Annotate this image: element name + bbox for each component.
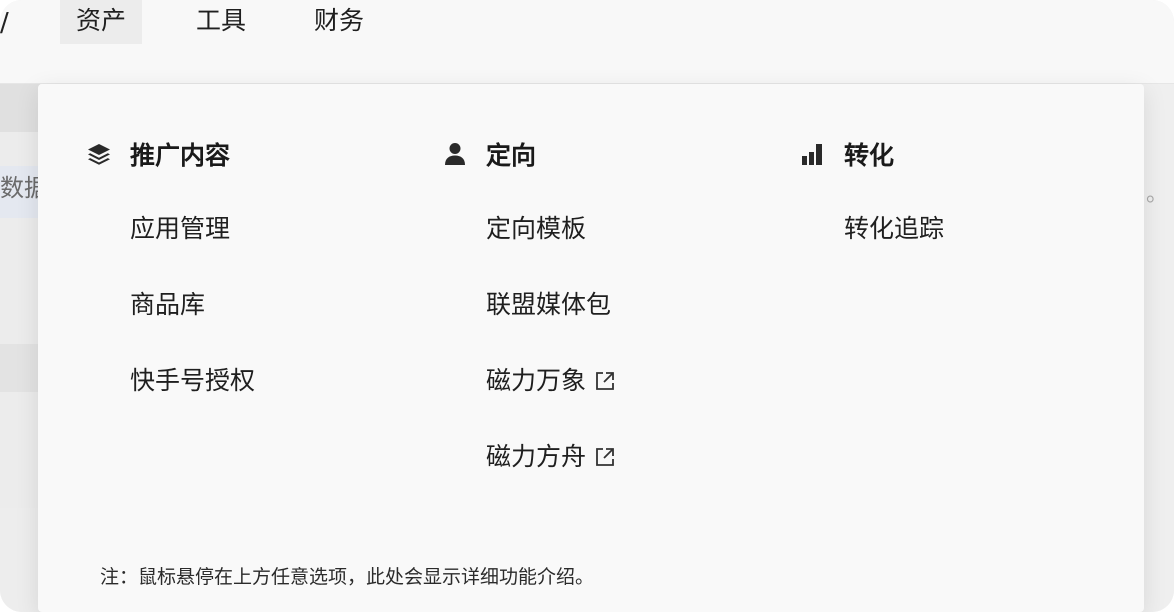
hover-hint-note: 注：鼠标悬停在上方任意选项，此处会显示详细功能介绍。 (100, 566, 595, 588)
menu-column-title: 定向 (486, 141, 537, 170)
menu-column-header: 转化 (800, 134, 944, 174)
layers-icon (86, 141, 112, 167)
menu-column-targeting: 定向 定向模板 联盟媒体包 磁力万象 磁力方舟 (442, 134, 616, 476)
background-table-header (0, 344, 40, 392)
menu-item-label: 磁力方舟 (486, 442, 587, 471)
assets-dropdown-menu: 推广内容 应用管理 商品库 快手号授权 定向 定向模板 联盟媒体包 磁力万象 磁… (38, 84, 1144, 612)
menu-item-app-management[interactable]: 应用管理 (130, 210, 255, 248)
menu-item-product-library[interactable]: 商品库 (130, 286, 255, 324)
menu-column-title: 转化 (844, 141, 895, 170)
menu-item-cili-fangzhou[interactable]: 磁力方舟 (486, 438, 616, 476)
bar-chart-icon (800, 141, 826, 167)
background-table-row (0, 508, 40, 612)
menu-item-label: 定向模板 (486, 214, 587, 243)
app-window: / 资产 工具 财务 数据 。 推广内容 应用管理 商品库 快手号授权 定向 定… (0, 0, 1174, 612)
menu-column-title: 推广内容 (130, 141, 231, 170)
background-header-band (0, 84, 40, 132)
menu-item-alliance-media-package[interactable]: 联盟媒体包 (486, 286, 616, 324)
external-link-icon (594, 370, 616, 392)
background-right-edge (1140, 84, 1174, 612)
external-link-icon (594, 446, 616, 468)
menu-column-header: 定向 (442, 134, 616, 174)
user-icon (442, 141, 468, 167)
background-right-text: 。 (1145, 182, 1168, 207)
nav-item-finance[interactable]: 财务 (298, 0, 380, 44)
menu-item-conversion-tracking[interactable]: 转化追踪 (844, 210, 944, 248)
menu-item-label: 应用管理 (130, 214, 231, 243)
menu-item-label: 商品库 (130, 290, 206, 319)
background-data-label: 数据 (0, 166, 40, 218)
menu-item-label: 联盟媒体包 (486, 290, 612, 319)
menu-column-promotion-content: 推广内容 应用管理 商品库 快手号授权 (86, 134, 255, 400)
top-nav-bar: / 资产 工具 财务 (0, 0, 1174, 84)
menu-item-cili-wanxiang[interactable]: 磁力万象 (486, 362, 616, 400)
menu-item-kuaishou-authorization[interactable]: 快手号授权 (130, 362, 255, 400)
nav-item-tools[interactable]: 工具 (180, 0, 262, 44)
menu-item-label: 磁力万象 (486, 366, 587, 395)
menu-item-label: 转化追踪 (844, 214, 945, 243)
menu-column-conversion: 转化 转化追踪 (800, 134, 944, 248)
nav-item-partial[interactable]: / (0, 8, 9, 38)
nav-item-assets[interactable]: 资产 (60, 0, 143, 44)
menu-column-header: 推广内容 (86, 134, 255, 174)
menu-item-targeting-template[interactable]: 定向模板 (486, 210, 616, 248)
menu-item-label: 快手号授权 (130, 366, 256, 395)
